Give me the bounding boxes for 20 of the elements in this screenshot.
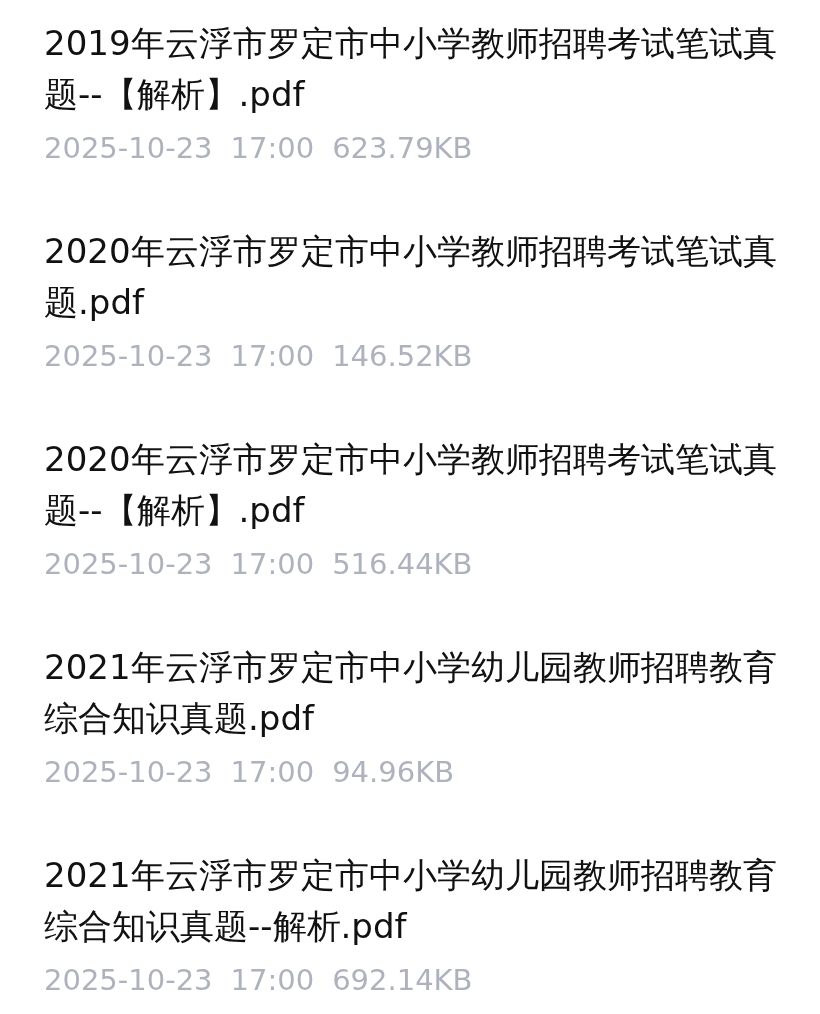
file-time: 17:00 (230, 130, 315, 167)
file-size: 516.44KB (332, 546, 473, 583)
file-size: 146.52KB (332, 338, 473, 375)
file-date: 2025-10-23 (44, 130, 213, 167)
file-size: 623.79KB (332, 130, 473, 167)
file-date: 2025-10-23 (44, 338, 213, 375)
file-name[interactable]: 2021年云浮市罗定市中小学幼儿园教师招聘教育综合知识真题--解析.pdf (44, 850, 796, 952)
file-name[interactable]: 2019年云浮市罗定市中小学教师招聘考试笔试真题--【解析】.pdf (44, 18, 796, 120)
file-name[interactable]: 2020年云浮市罗定市中小学教师招聘考试笔试真题--【解析】.pdf (44, 434, 796, 536)
file-date: 2025-10-23 (44, 962, 213, 999)
file-date: 2025-10-23 (44, 754, 213, 791)
file-date: 2025-10-23 (44, 546, 213, 583)
file-size: 94.96KB (332, 754, 455, 791)
file-name[interactable]: 2021年云浮市罗定市中小学幼儿园教师招聘教育综合知识真题.pdf (44, 642, 796, 744)
file-time: 17:00 (230, 754, 315, 791)
file-time: 17:00 (230, 962, 315, 999)
file-time: 17:00 (230, 546, 315, 583)
file-size: 692.14KB (332, 962, 473, 999)
file-time: 17:00 (230, 338, 315, 375)
file-name[interactable]: 2020年云浮市罗定市中小学教师招聘考试笔试真题.pdf (44, 226, 796, 328)
